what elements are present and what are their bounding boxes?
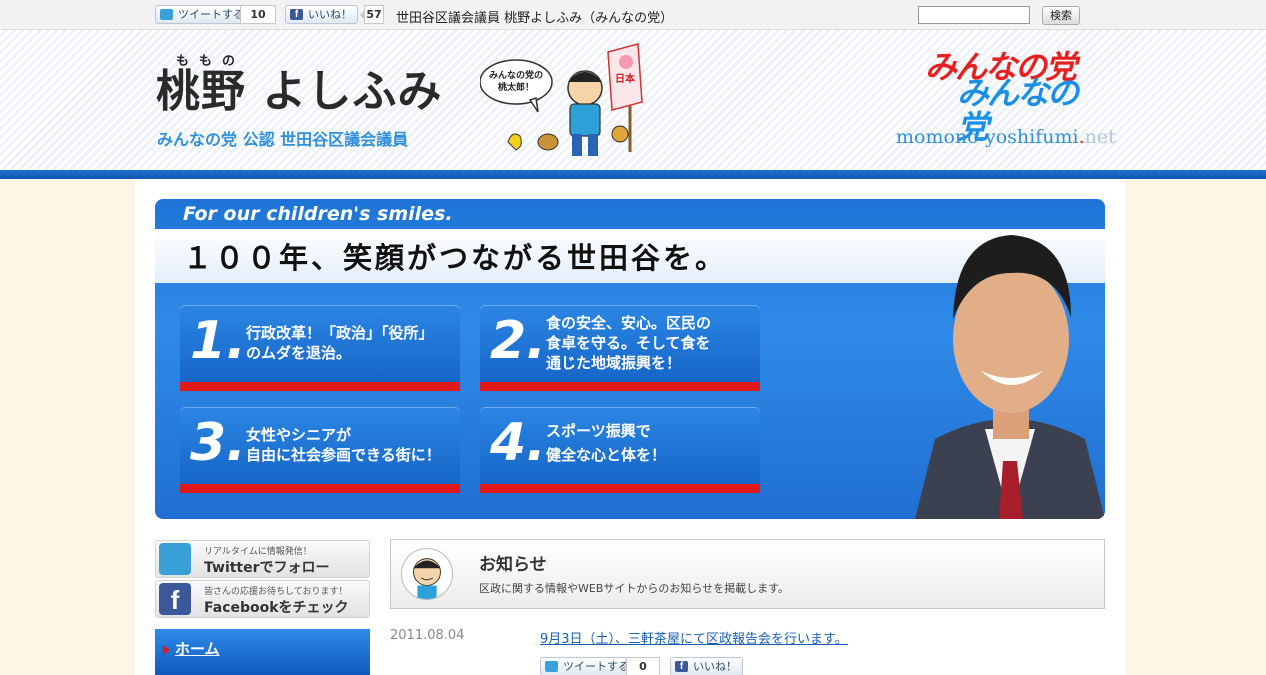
twitter-link-caption: リアルタイムに情報発信！ (204, 547, 312, 557)
nav-item-home-label: ホーム (175, 640, 220, 658)
post-date: 2011.08.04 (390, 628, 465, 643)
monkey-icon (611, 125, 629, 143)
mascot-bubble-text-2: 桃太郎！ (498, 81, 534, 93)
post-tweet-label: ツイートする (563, 660, 629, 673)
facebook-link-label: Facebookをチェック (204, 600, 349, 616)
notice-box: お知らせ 区政に関する情報やWEBサイトからのお知らせを掲載します。 (390, 539, 1105, 609)
arrow-right-icon (163, 645, 170, 655)
policy-text-line: 通じた地域振興を！ (546, 354, 682, 372)
page-title: 世田谷区議会議員 桃野よしふみ（みんなの党） (396, 11, 674, 26)
facebook-check-link[interactable]: f 皆さんの応援お待ちしております！ Facebookをチェック (155, 580, 370, 618)
site-subtitle: みんなの党 公認 世田谷区議会議員 (157, 130, 409, 149)
policy-red-bar (180, 484, 460, 493)
policy-number: 3. (190, 413, 246, 473)
header-stripe (0, 170, 1266, 179)
twitter-follow-link[interactable]: リアルタイムに情報発信！ Twitterでフォロー (155, 540, 370, 578)
notice-description: 区政に関する情報やWEBサイトからのお知らせを掲載します。 (479, 582, 790, 595)
policy-red-bar (480, 484, 760, 493)
momotaro-mascot-illustration: みんなの党の 桃太郎！ 日本 (480, 43, 643, 156)
search-input[interactable] (918, 6, 1030, 24)
policy-text-line: 行政改革！「政治」「役所」 (246, 324, 434, 342)
post-facebook-like-button[interactable]: f いいね！ (670, 657, 743, 675)
policy-red-bar (180, 382, 460, 391)
post-tweet-count: 0 (622, 657, 660, 675)
facebook-like-button[interactable]: f いいね！ (285, 5, 358, 24)
policy-red-bar (480, 382, 760, 391)
domain-main: momono-yoshifumi (896, 126, 1079, 148)
search-button[interactable]: 検索 (1042, 6, 1080, 25)
mascot-hair (568, 72, 602, 82)
like-count: 57 (360, 5, 384, 24)
post-like-label: いいね！ (693, 660, 737, 673)
mascot-bubble-text-1: みんなの党の (489, 69, 543, 81)
flag-text: 日本 (615, 72, 636, 85)
twitter-bird-icon (160, 9, 173, 20)
twitter-link-label: Twitterでフォロー (204, 560, 330, 576)
mascot-avatar-icon (401, 548, 453, 600)
pheasant-icon (507, 133, 522, 151)
tweet-label: ツイートする (178, 8, 244, 21)
policy-card-2[interactable]: 2. 食の安全、安心。区民の 食卓を守る。そして食を 通じた地域振興を！ (480, 305, 760, 391)
mascot-body (569, 103, 601, 137)
post-tweet-button[interactable]: ツイートする (540, 657, 635, 675)
mascot-leg-left (572, 134, 582, 156)
notice-title: お知らせ (479, 555, 547, 575)
policy-text-line: 食の安全、安心。区民の (546, 314, 712, 332)
twitter-icon (159, 543, 191, 575)
policy-text-line: 健全な心と体を！ (546, 446, 667, 464)
policy-card-3[interactable]: 3. 女性やシニアが 自由に社会参画できる街に！ (180, 407, 460, 493)
candidate-photo (915, 235, 1105, 519)
twitter-bird-icon (545, 661, 558, 672)
facebook-icon: f (159, 583, 191, 615)
banner-headline: １００年、笑顔がつながる世田谷を。 (183, 241, 728, 275)
policy-text-line: のムダを退治。 (246, 344, 352, 362)
domain-tld: net (1084, 126, 1116, 148)
policy-text-line: 自由に社会参画できる街に！ (246, 446, 441, 464)
tweet-count: 10 (236, 5, 276, 24)
site-name[interactable]: 桃野 よしふみ (156, 66, 442, 118)
facebook-icon: f (675, 661, 688, 672)
banner-tagline: For our children's smiles. (183, 203, 453, 225)
policy-text-line: スポーツ振興で (546, 422, 651, 440)
mascot-leg-right (588, 134, 598, 156)
like-label: いいね！ (308, 8, 352, 21)
policy-text-line: 女性やシニアが (246, 426, 352, 444)
policy-number: 1. (190, 311, 246, 371)
policy-number: 4. (490, 413, 546, 473)
peach-icon (619, 55, 633, 69)
policy-card-4[interactable]: 4. スポーツ振興で 健全な心と体を！ (480, 407, 760, 493)
facebook-icon: f (290, 9, 303, 20)
policy-number: 2. (490, 311, 546, 371)
speech-bubble-tail (528, 97, 539, 113)
facebook-link-caption: 皆さんの応援お待ちしております！ (204, 587, 348, 597)
post-title-link[interactable]: 9月3日（土）、三軒茶屋にて区政報告会を行います。 (540, 628, 848, 647)
policy-card-1[interactable]: 1. 行政改革！「政治」「役所」 のムダを退治。 (180, 305, 460, 391)
party-logo[interactable]: みんなの党 みんなの党 (925, 50, 1105, 144)
top-bar: ツイートする 10 f いいね！ 57 世田谷区議会議員 桃野よしふみ（みんなの… (0, 0, 1266, 30)
policy-text-line: 食卓を守る。そして食を (546, 334, 711, 352)
hero-banner: For our children's smiles. １００年、笑顔がつながる世… (155, 199, 1105, 519)
speech-bubble (480, 59, 553, 105)
site-domain: momono-yoshifumi.net (896, 126, 1116, 148)
dog-icon (537, 133, 559, 151)
nav-item-home[interactable]: ホーム (155, 629, 370, 675)
